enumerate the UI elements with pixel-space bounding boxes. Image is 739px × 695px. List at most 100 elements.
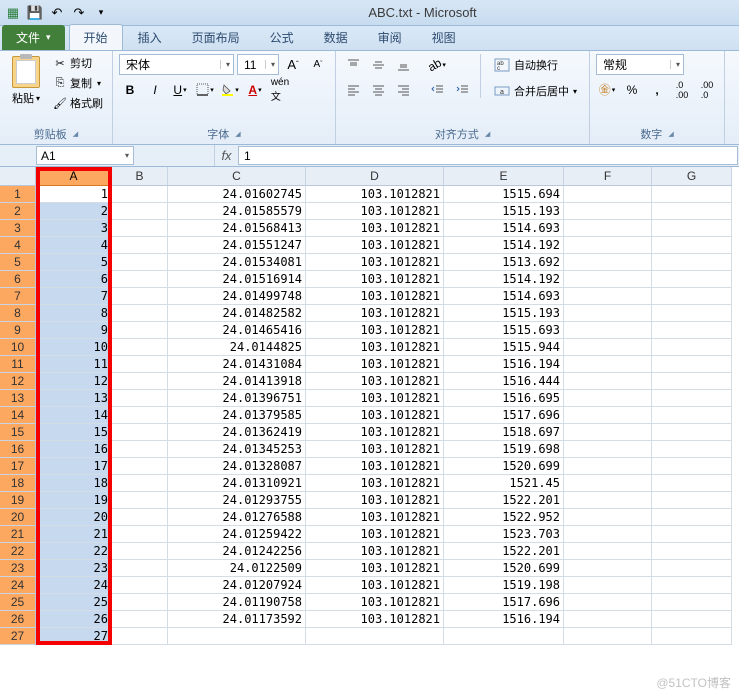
cell[interactable]: 17 — [36, 458, 112, 475]
row-header[interactable]: 20 — [0, 509, 36, 526]
cell[interactable] — [564, 543, 652, 560]
row-header[interactable]: 1 — [0, 186, 36, 203]
cell[interactable]: 21 — [36, 526, 112, 543]
cell[interactable]: 1516.194 — [444, 611, 564, 628]
cell[interactable]: 103.1012821 — [306, 186, 444, 203]
row-header[interactable]: 2 — [0, 203, 36, 220]
cell[interactable]: 24.01413918 — [168, 373, 306, 390]
cell[interactable]: 103.1012821 — [306, 220, 444, 237]
cell[interactable]: 24.01276588 — [168, 509, 306, 526]
cell[interactable] — [112, 509, 168, 526]
cell[interactable] — [564, 560, 652, 577]
tab-4[interactable]: 数据 — [309, 24, 363, 50]
tab-file[interactable]: 文件 — [2, 25, 65, 50]
row-header[interactable]: 11 — [0, 356, 36, 373]
cell[interactable] — [564, 322, 652, 339]
cell[interactable]: 103.1012821 — [306, 203, 444, 220]
cell[interactable] — [112, 407, 168, 424]
cell[interactable]: 24.01551247 — [168, 237, 306, 254]
cell[interactable]: 24.01516914 — [168, 271, 306, 288]
cell[interactable]: 24.01173592 — [168, 611, 306, 628]
cell[interactable]: 27 — [36, 628, 112, 645]
align-right-button[interactable] — [392, 79, 414, 100]
border-button[interactable] — [194, 79, 216, 100]
cell[interactable] — [564, 577, 652, 594]
cell[interactable] — [112, 441, 168, 458]
cell[interactable]: 19 — [36, 492, 112, 509]
row-header[interactable]: 13 — [0, 390, 36, 407]
cell[interactable]: 103.1012821 — [306, 594, 444, 611]
cell[interactable] — [564, 288, 652, 305]
cell[interactable] — [652, 560, 732, 577]
font-color-button[interactable]: A — [244, 79, 266, 100]
cell[interactable] — [112, 186, 168, 203]
cell[interactable]: 24.01379585 — [168, 407, 306, 424]
decrease-font-button[interactable]: Aˇ — [307, 54, 329, 75]
tab-3[interactable]: 公式 — [255, 24, 309, 50]
cell[interactable]: 24.01534081 — [168, 254, 306, 271]
cell[interactable] — [652, 458, 732, 475]
cell[interactable]: 22 — [36, 543, 112, 560]
row-header[interactable]: 26 — [0, 611, 36, 628]
cell[interactable] — [652, 492, 732, 509]
decrease-decimal-button[interactable]: .00.0 — [696, 79, 718, 100]
cell[interactable]: 1514.693 — [444, 288, 564, 305]
cell[interactable]: 24.01482582 — [168, 305, 306, 322]
cell[interactable]: 9 — [36, 322, 112, 339]
cell[interactable]: 103.1012821 — [306, 356, 444, 373]
cell[interactable] — [112, 322, 168, 339]
row-header[interactable]: 25 — [0, 594, 36, 611]
cell[interactable]: 24.01328087 — [168, 458, 306, 475]
cell[interactable] — [112, 356, 168, 373]
row-header[interactable]: 22 — [0, 543, 36, 560]
cell[interactable] — [652, 254, 732, 271]
cell[interactable]: 103.1012821 — [306, 492, 444, 509]
cell[interactable] — [564, 594, 652, 611]
merge-center-button[interactable]: a 合并后居中 ▾ — [488, 80, 583, 102]
cell[interactable]: 1520.699 — [444, 560, 564, 577]
column-header-G[interactable]: G — [652, 167, 732, 186]
cell[interactable]: 24.01242256 — [168, 543, 306, 560]
cell[interactable]: 103.1012821 — [306, 526, 444, 543]
cell[interactable] — [564, 526, 652, 543]
cell[interactable]: 24.01207924 — [168, 577, 306, 594]
cell[interactable]: 103.1012821 — [306, 475, 444, 492]
select-all-corner[interactable] — [0, 167, 36, 186]
cell[interactable] — [564, 237, 652, 254]
cell[interactable] — [564, 356, 652, 373]
cell[interactable]: 1513.692 — [444, 254, 564, 271]
cell[interactable]: 103.1012821 — [306, 305, 444, 322]
cell[interactable] — [168, 628, 306, 645]
cell[interactable] — [112, 237, 168, 254]
cell[interactable]: 103.1012821 — [306, 373, 444, 390]
cell[interactable]: 7 — [36, 288, 112, 305]
cell[interactable]: 1514.192 — [444, 271, 564, 288]
cell[interactable]: 26 — [36, 611, 112, 628]
cell[interactable] — [564, 373, 652, 390]
cell[interactable] — [564, 305, 652, 322]
cell[interactable] — [564, 509, 652, 526]
cell[interactable]: 1516.695 — [444, 390, 564, 407]
cell[interactable]: 1522.952 — [444, 509, 564, 526]
cell[interactable] — [112, 611, 168, 628]
cell[interactable] — [112, 492, 168, 509]
cell[interactable]: 1514.192 — [444, 237, 564, 254]
tab-2[interactable]: 页面布局 — [177, 24, 255, 50]
cell[interactable]: 103.1012821 — [306, 458, 444, 475]
row-header[interactable]: 7 — [0, 288, 36, 305]
cell[interactable] — [112, 305, 168, 322]
cell[interactable]: 1522.201 — [444, 492, 564, 509]
cell[interactable] — [652, 475, 732, 492]
paste-button[interactable]: 粘贴 — [6, 54, 46, 108]
cell[interactable] — [652, 628, 732, 645]
fx-icon[interactable]: fx — [214, 145, 238, 166]
comma-button[interactable]: , — [646, 79, 668, 100]
cell[interactable]: 1515.693 — [444, 322, 564, 339]
cell[interactable] — [652, 577, 732, 594]
cell[interactable] — [564, 407, 652, 424]
cell[interactable]: 16 — [36, 441, 112, 458]
cell[interactable]: 1519.698 — [444, 441, 564, 458]
column-header-B[interactable]: B — [112, 167, 168, 186]
cell[interactable] — [564, 339, 652, 356]
cell[interactable] — [652, 543, 732, 560]
